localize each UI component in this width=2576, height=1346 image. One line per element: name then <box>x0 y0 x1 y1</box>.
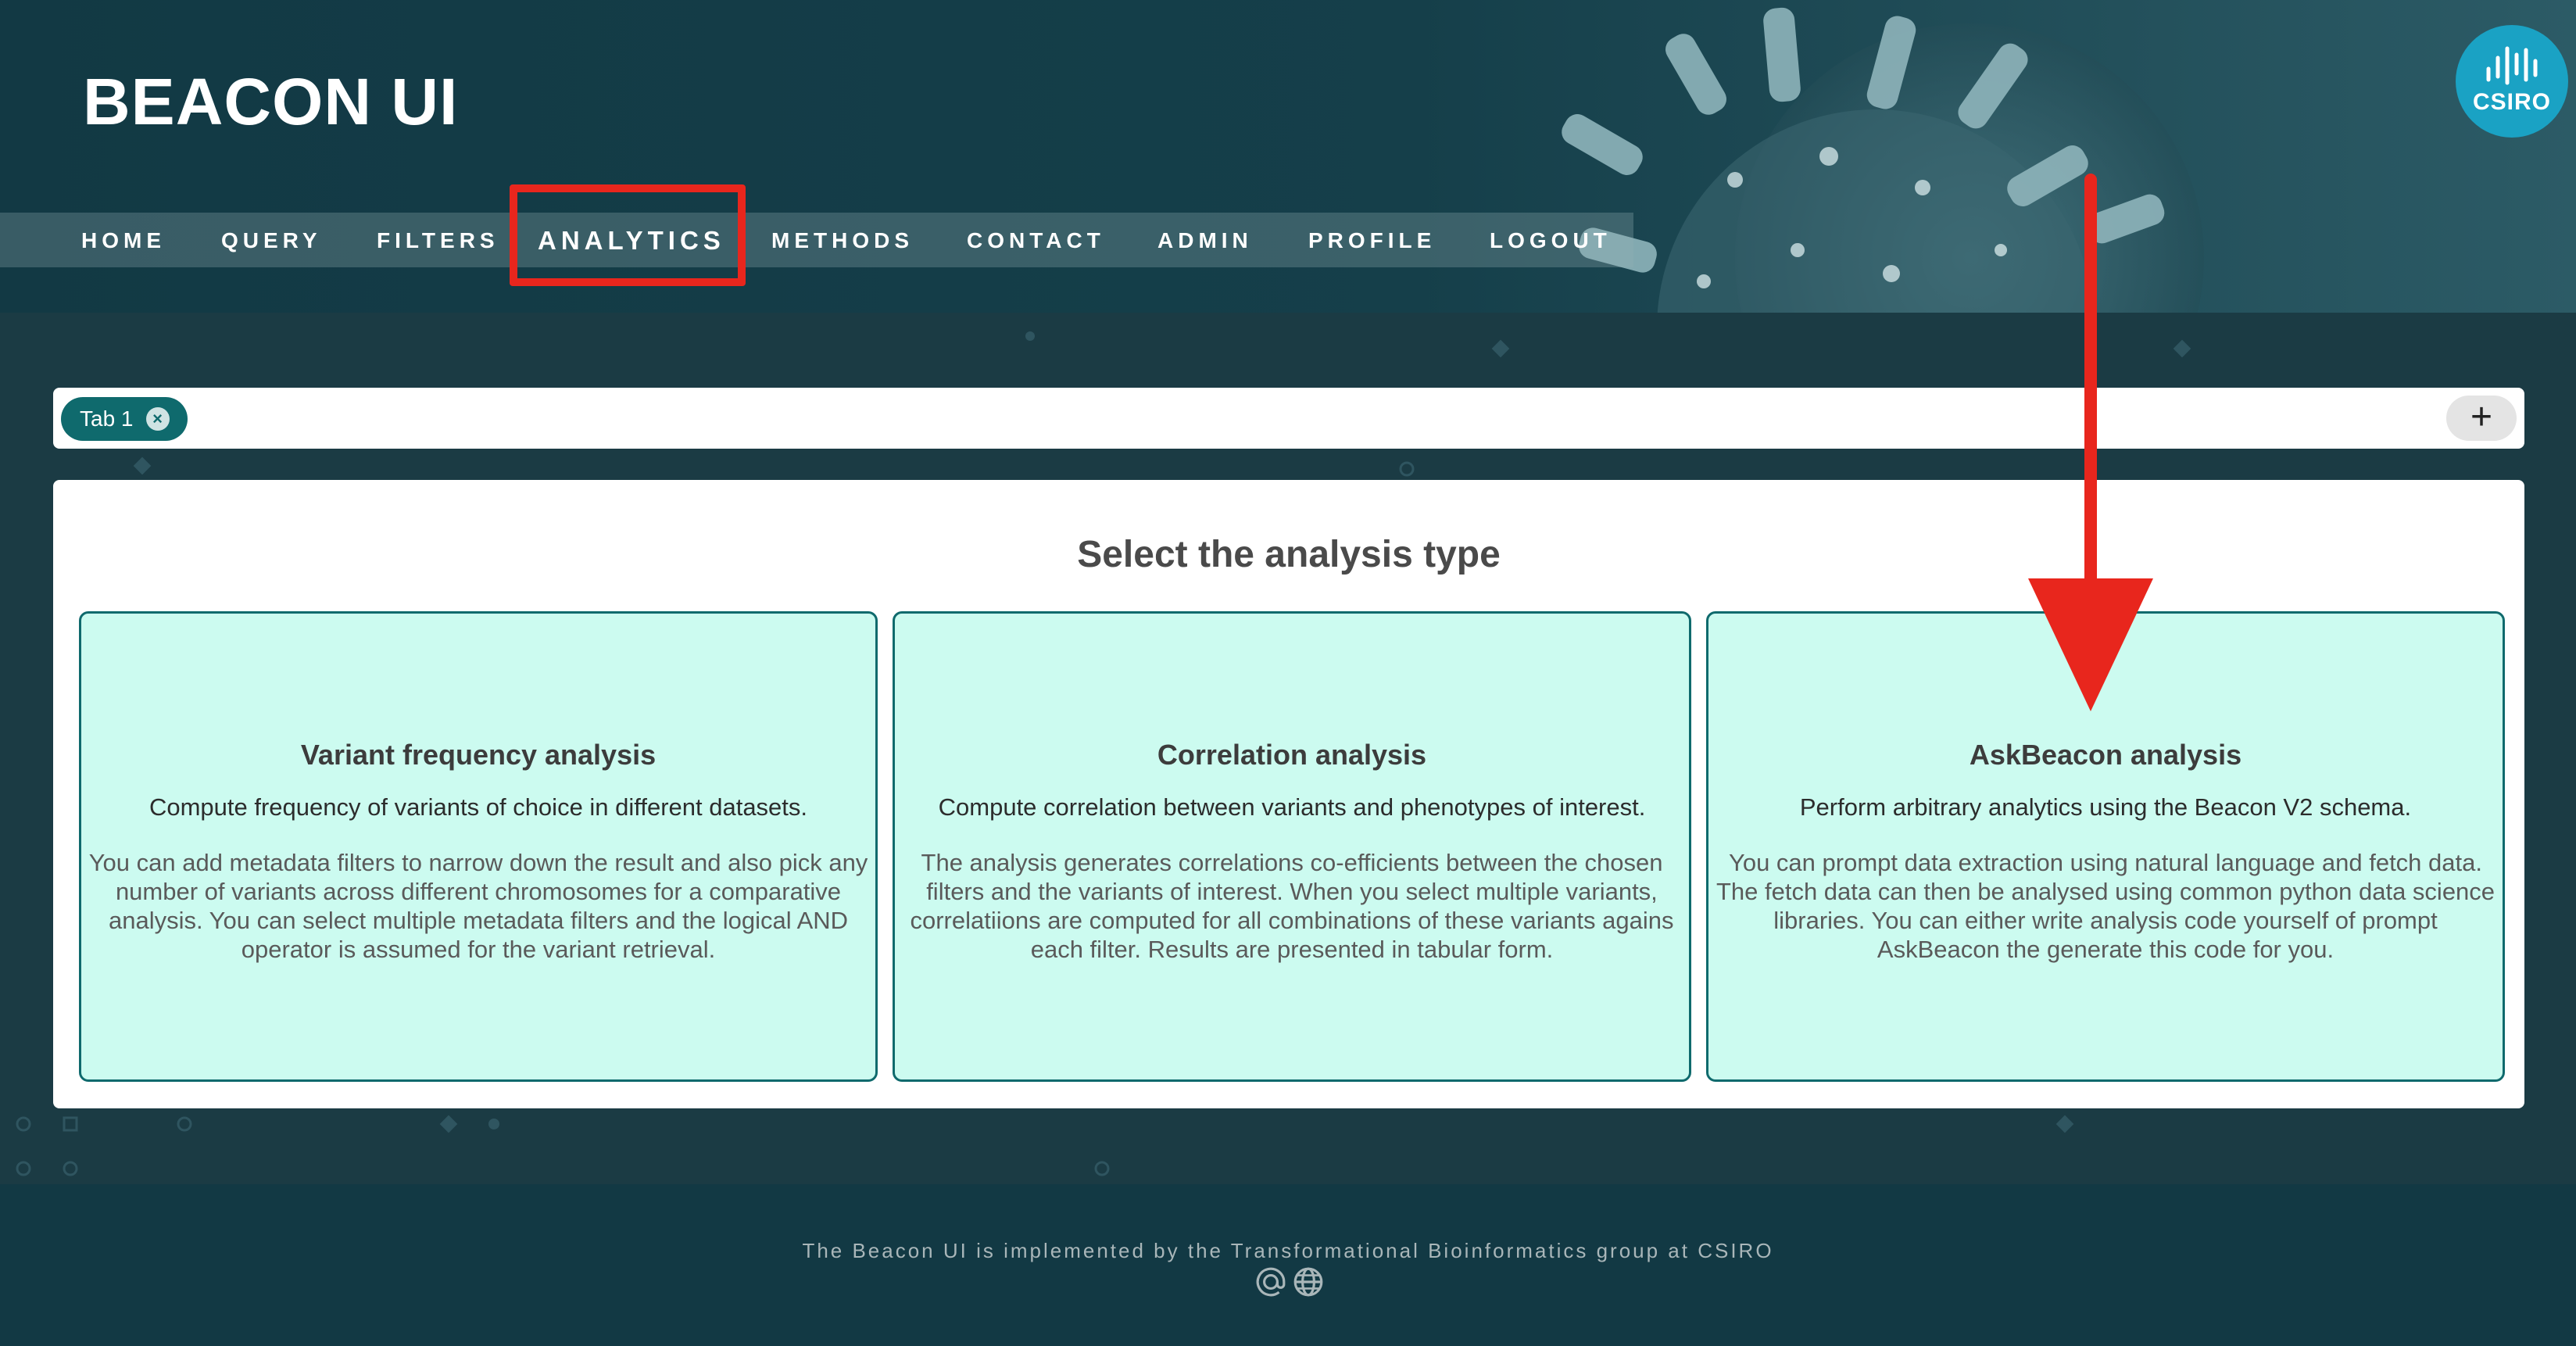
tab-1[interactable]: Tab 1 × <box>61 397 188 441</box>
card-subtitle: Perform arbitrary analytics using the Be… <box>1799 793 2412 821</box>
header: BEACON UI HOME QUERY FILTERS ANALYTICS M… <box>0 0 2576 313</box>
at-icon[interactable] <box>1254 1265 1287 1298</box>
close-circle-icon[interactable]: × <box>145 407 170 431</box>
nav-logout[interactable]: LOGOUT <box>1490 228 1612 253</box>
nav-methods[interactable]: METHODS <box>771 228 914 253</box>
app-title: BEACON UI <box>83 65 459 138</box>
footer-icons <box>1250 1265 1329 1303</box>
correlation-card[interactable]: Correlation analysis Compute correlation… <box>893 611 1691 1082</box>
card-subtitle: Compute frequency of variants of choice … <box>148 793 808 821</box>
card-description: You can prompt data extraction using nat… <box>1716 849 2496 963</box>
nav-home[interactable]: HOME <box>81 228 166 253</box>
card-description: You can add metadata filters to narrow d… <box>88 849 868 963</box>
nav-profile[interactable]: PROFILE <box>1308 228 1436 253</box>
card-title: Correlation analysis <box>1157 739 1427 771</box>
nav-query[interactable]: QUERY <box>221 228 322 253</box>
nav-admin[interactable]: ADMIN <box>1157 228 1253 253</box>
card-title: Variant frequency analysis <box>300 739 657 771</box>
csiro-logo-icon <box>2486 46 2538 85</box>
main-nav: HOME QUERY FILTERS ANALYTICS METHODS CON… <box>0 213 1633 267</box>
card-description: The analysis generates correlations co-e… <box>910 849 1674 963</box>
card-subtitle: Compute correlation between variants and… <box>938 793 1646 821</box>
globe-icon[interactable] <box>1292 1265 1325 1298</box>
nav-filters[interactable]: FILTERS <box>377 228 499 253</box>
footer: The Beacon UI is implemented by the Tran… <box>0 1184 2576 1346</box>
nav-contact[interactable]: CONTACT <box>967 228 1105 253</box>
variant-frequency-card[interactable]: Variant frequency analysis Compute frequ… <box>79 611 878 1082</box>
tab-label: Tab 1 <box>80 406 134 431</box>
footer-text: The Beacon UI is implemented by the Tran… <box>802 1239 1774 1262</box>
red-arrow-annotation <box>2028 174 2153 711</box>
add-tab-button[interactable]: + <box>2446 396 2517 441</box>
analytics-highlight-box <box>510 184 746 286</box>
card-title: AskBeacon analysis <box>1969 739 2242 771</box>
csiro-logo[interactable]: CSIRO <box>2456 25 2568 138</box>
csiro-logo-text: CSIRO <box>2472 89 2551 115</box>
